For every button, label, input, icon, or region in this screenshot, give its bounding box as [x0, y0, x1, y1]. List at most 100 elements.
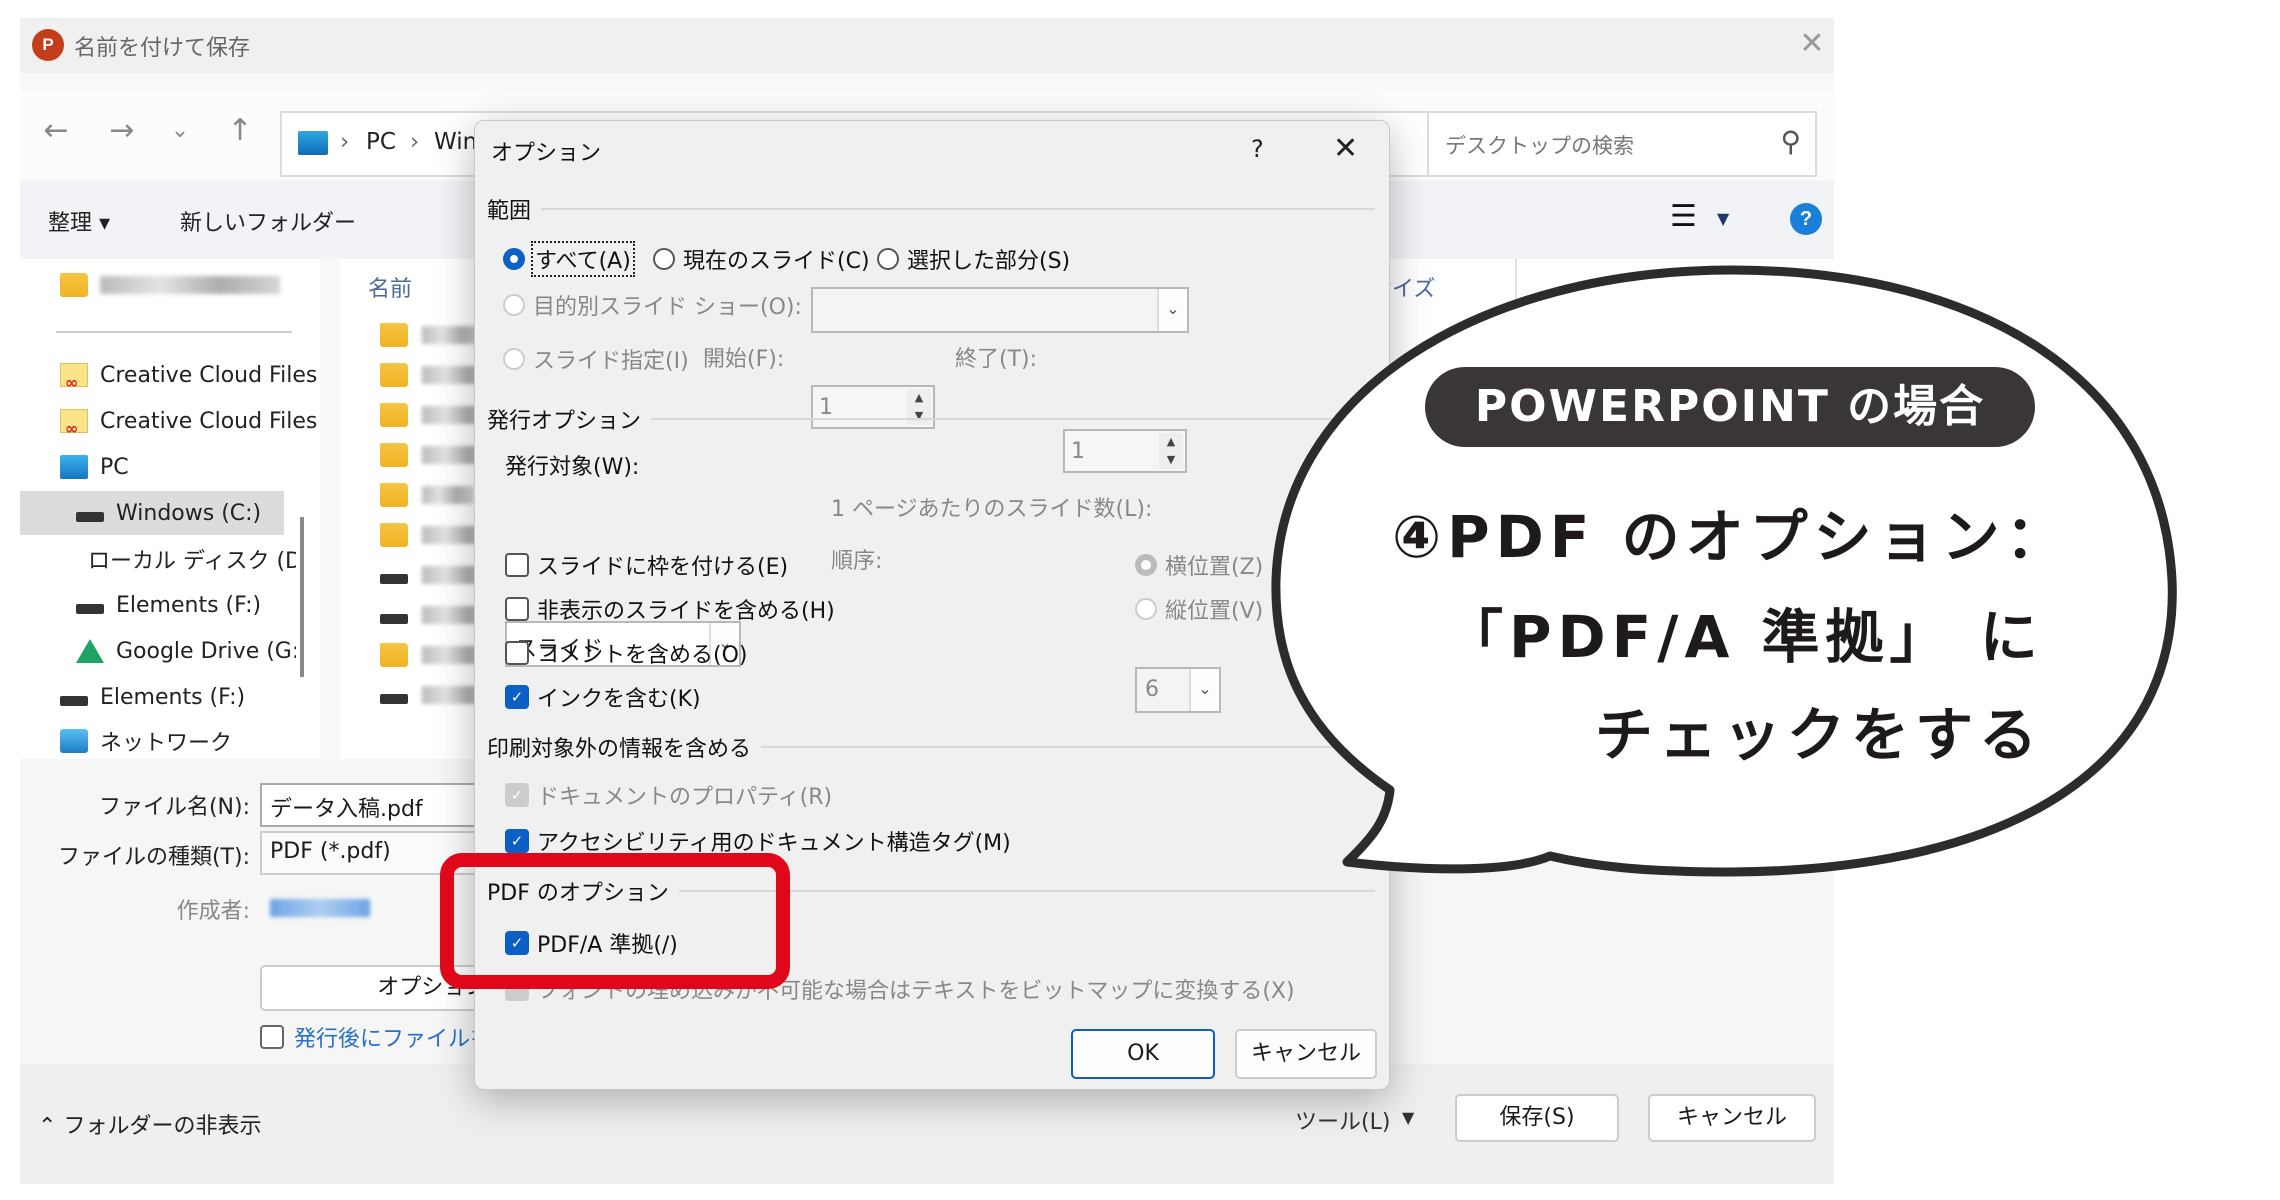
- document-properties-label: ドキュメントのプロパティ(R): [537, 785, 833, 810]
- search-icon[interactable]: ⚲: [1780, 125, 1801, 158]
- new-folder-button[interactable]: 新しいフォルダー: [180, 205, 356, 237]
- order-horizontal-label: 横位置(Z): [1165, 555, 1264, 580]
- breadcrumb-pc[interactable]: PC: [366, 129, 396, 155]
- custom-show-select[interactable]: ⌄: [811, 287, 1189, 333]
- callout-line-1: ④PDF のオプション：: [1392, 503, 2070, 571]
- open-after-checkbox[interactable]: [260, 1025, 284, 1049]
- publish-heading: 発行オプション: [487, 409, 642, 434]
- document-properties-checkbox[interactable]: ✓: [505, 783, 529, 807]
- search-box[interactable]: デスクトップの検索 ⚲: [1427, 111, 1817, 177]
- range-group-heading: 範囲: [487, 193, 1375, 225]
- frame-slides-option[interactable]: スライドに枠を付ける(E): [505, 549, 788, 581]
- include-comments-option[interactable]: コメントを含める(O): [505, 637, 747, 669]
- sidebar-item-local-disk-d[interactable]: ローカル ディスク (D:): [76, 537, 296, 581]
- blurred-file-name: [422, 486, 474, 504]
- drive-icon: [76, 604, 104, 614]
- custom-show-radio[interactable]: [503, 294, 525, 316]
- range-current-option[interactable]: 現在のスライド(C): [653, 243, 870, 275]
- sidebar-item-blurred[interactable]: [60, 263, 280, 307]
- sidebar-item-pc[interactable]: PC: [60, 445, 129, 489]
- spinner-arrows[interactable]: ▲ ▼: [1159, 433, 1183, 469]
- ok-button[interactable]: OK: [1071, 1029, 1215, 1079]
- help-icon[interactable]: ?: [1790, 203, 1822, 235]
- sidebar-item-elements-f[interactable]: Elements (F:): [76, 583, 261, 627]
- author-label: 作成者:: [176, 899, 250, 924]
- hidden-slides-checkbox[interactable]: [505, 597, 529, 621]
- order-horizontal-option[interactable]: 横位置(Z): [1135, 549, 1263, 581]
- range-selection-label: 選択した部分(S): [907, 249, 1071, 274]
- order-horizontal-radio[interactable]: [1135, 554, 1157, 576]
- chevron-down-icon: ⌄: [1189, 669, 1219, 711]
- tools-menu[interactable]: ツール(L): [1295, 1104, 1390, 1136]
- navigation-pane: Creative Cloud Files Creative Cloud File…: [20, 259, 320, 759]
- publish-group-heading: 発行オプション: [487, 403, 1375, 435]
- sidebar-item-creative-cloud-1[interactable]: Creative Cloud Files: [60, 353, 317, 397]
- organize-menu[interactable]: 整理 ▾: [48, 205, 110, 237]
- sidebar-divider: [56, 331, 292, 333]
- include-comments-checkbox[interactable]: [505, 641, 529, 665]
- hidden-slides-option[interactable]: 非表示のスライドを含める(H): [505, 593, 835, 625]
- sidebar-item-label: Google Drive (G:): [116, 638, 296, 664]
- range-all-radio[interactable]: [503, 248, 525, 270]
- slides-per-page-label: 1 ページあたりのスライド数(L):: [831, 497, 1153, 522]
- slides-per-page-select[interactable]: 6 ⌄: [1135, 667, 1221, 713]
- range-current-label: 現在のスライド(C): [683, 249, 870, 274]
- help-button[interactable]: ?: [1251, 135, 1264, 163]
- tools-caret-icon[interactable]: ▼: [1402, 1108, 1414, 1127]
- include-ink-option[interactable]: ✓ インクを含む(K): [505, 681, 701, 713]
- to-spinner[interactable]: 1 ▲ ▼: [1063, 429, 1187, 473]
- range-selection-radio[interactable]: [877, 248, 899, 270]
- folder-icon: [380, 443, 408, 467]
- callout-line-2: 「PDF/A 準拠」 に: [1445, 603, 2044, 671]
- sidebar-item-google-drive[interactable]: Google Drive (G:): [76, 629, 296, 673]
- sidebar-item-windows-c[interactable]: Windows (C:): [20, 491, 284, 535]
- window-close-button[interactable]: ✕: [1792, 24, 1832, 64]
- include-ink-checkbox[interactable]: ✓: [505, 685, 529, 709]
- spin-down-icon[interactable]: ▼: [1159, 451, 1183, 469]
- frame-slides-label: スライドに枠を付ける(E): [537, 555, 789, 580]
- column-header-name[interactable]: 名前: [368, 271, 412, 303]
- custom-show-option[interactable]: 目的別スライド ショー(O):: [503, 289, 802, 321]
- frame-slides-checkbox[interactable]: [505, 553, 529, 577]
- close-button[interactable]: ✕: [1333, 131, 1358, 166]
- range-current-radio[interactable]: [653, 248, 675, 270]
- sidebar-item-creative-cloud-2[interactable]: Creative Cloud Files: [60, 399, 317, 443]
- title-bar: P 名前を付けて保存 ✕: [20, 18, 1834, 73]
- dialog-cancel-button[interactable]: キャンセル: [1235, 1029, 1377, 1079]
- order-vertical-radio[interactable]: [1135, 598, 1157, 620]
- hide-folders-button[interactable]: ⌃ フォルダーの非表示: [38, 1108, 261, 1140]
- chevron-down-icon[interactable]: ▼: [1717, 209, 1729, 228]
- nonprint-group-heading: 印刷対象外の情報を含める: [487, 731, 1375, 763]
- structure-tags-checkbox[interactable]: ✓: [505, 829, 529, 853]
- range-heading: 範囲: [487, 199, 532, 224]
- folder-icon: [380, 323, 408, 347]
- view-options-icon[interactable]: ☰: [1670, 199, 1697, 234]
- file-row[interactable]: [380, 475, 474, 515]
- up-button[interactable]: ↑: [220, 111, 260, 151]
- slides-range-radio[interactable]: [503, 348, 525, 370]
- windows-drive-icon: [76, 512, 104, 522]
- slides-range-option[interactable]: スライド指定(I): [503, 343, 689, 375]
- network-icon: [60, 729, 88, 753]
- folder-icon: [380, 523, 408, 547]
- nonprint-heading: 印刷対象外の情報を含める: [487, 737, 752, 762]
- back-button[interactable]: ←: [36, 111, 76, 151]
- filename-label: ファイル名(N):: [98, 795, 250, 820]
- sidebar-item-network[interactable]: ネットワーク: [60, 719, 232, 763]
- document-properties-option[interactable]: ✓ ドキュメントのプロパティ(R): [505, 779, 832, 811]
- sidebar-item-elements-f-2[interactable]: Elements (F:): [60, 675, 245, 719]
- forward-button[interactable]: →: [102, 111, 142, 151]
- highlight-rectangle: [440, 853, 790, 989]
- range-all-option[interactable]: すべて(A): [503, 241, 635, 277]
- recent-locations-button[interactable]: ⌄: [160, 111, 200, 151]
- cancel-button[interactable]: キャンセル: [1648, 1094, 1816, 1142]
- filetype-label: ファイルの種類(T):: [57, 845, 250, 870]
- order-vertical-option[interactable]: 縦位置(V): [1135, 593, 1263, 625]
- author-value-blurred[interactable]: [270, 899, 370, 917]
- file-row[interactable]: [380, 315, 482, 355]
- range-selection-option[interactable]: 選択した部分(S): [877, 243, 1070, 275]
- save-button[interactable]: 保存(S): [1455, 1094, 1619, 1142]
- pc-icon: [298, 131, 328, 155]
- spin-up-icon[interactable]: ▲: [1159, 433, 1183, 451]
- sidebar-scrollbar[interactable]: [300, 517, 304, 677]
